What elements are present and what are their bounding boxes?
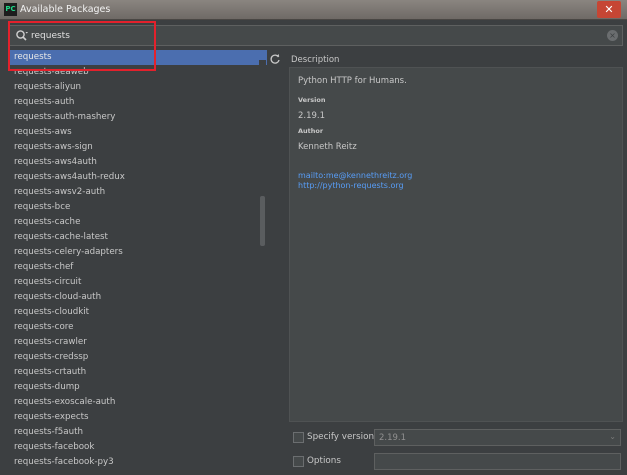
package-list-item[interactable]: requests-f5auth [8,425,267,440]
specify-version-label: Specify version [307,432,375,442]
package-list-item[interactable]: requests-cloudkit [8,305,267,320]
refresh-icon[interactable] [269,53,281,65]
clear-search-icon[interactable]: × [607,30,618,41]
author-label: Author [298,127,324,135]
package-list-item[interactable]: requests-core [8,320,267,335]
options-checkbox[interactable] [293,456,304,467]
package-list-item[interactable]: requests-facebook-py3 [8,455,267,470]
version-label: Version [298,96,326,104]
package-list-item[interactable]: requests-bce [8,200,267,215]
package-list-item[interactable]: requests-awsv2-auth [8,185,267,200]
author-value: Kenneth Reitz [298,142,357,152]
description-panel: Python HTTP for Humans. Version 2.19.1 A… [289,67,623,422]
package-list-item[interactable]: requests-aws [8,125,267,140]
pycharm-logo-icon: PC [4,3,17,16]
package-list-item[interactable]: requests-credssp [8,350,267,365]
package-list-item[interactable]: requests-celery-adapters [8,245,267,260]
author-email-link[interactable]: mailto:me@kennethreitz.org [298,171,412,180]
search-input[interactable] [31,28,591,43]
package-list-item[interactable]: requests [8,50,267,65]
package-list: requests requests-aeaweb requests-aliyun re… [8,50,267,475]
version-select[interactable]: 2.19.1 ⌄ [374,429,621,446]
package-list-item[interactable]: requests-dump [8,380,267,395]
package-list-item[interactable]: requests-auth [8,95,267,110]
package-list-item[interactable]: requests-aws4auth-redux [8,170,267,185]
options-input[interactable] [374,453,621,470]
package-list-item[interactable]: requests-aws-sign [8,140,267,155]
options-label: Options [307,456,341,466]
package-list-item[interactable]: requests-aliyun [8,80,267,95]
package-list-item[interactable]: requests-aeaweb [8,65,267,80]
package-list-item[interactable]: requests-chef [8,260,267,275]
search-icon[interactable] [15,29,29,43]
specify-version-checkbox[interactable] [293,432,304,443]
title-bar: PC Available Packages ✕ [0,0,627,20]
package-summary: Python HTTP for Humans. [298,76,407,86]
window-title: Available Packages [20,4,111,15]
version-select-value: 2.19.1 [379,433,407,443]
version-value: 2.19.1 [298,111,326,121]
options-row: Options [291,453,623,471]
description-header: Description [291,55,340,65]
list-scrollbar-track[interactable] [259,60,266,475]
package-list-item[interactable]: requests-facebook [8,440,267,455]
specify-version-row: Specify version 2.19.1 ⌄ [291,429,623,447]
package-list-item[interactable]: requests-crtauth [8,365,267,380]
package-list-item[interactable]: requests-cloud-auth [8,290,267,305]
list-scrollbar-thumb[interactable] [260,196,265,246]
chevron-down-icon: ⌄ [609,432,616,441]
package-list-item[interactable]: requests-cache [8,215,267,230]
search-bar: × [8,25,623,46]
homepage-link[interactable]: http://python-requests.org [298,181,404,190]
close-button[interactable]: ✕ [597,1,621,18]
package-list-item[interactable]: requests-circuit [8,275,267,290]
package-list-item[interactable]: requests-expects [8,410,267,425]
package-list-item[interactable]: requests-aws4auth [8,155,267,170]
package-list-item[interactable]: requests-crawler [8,335,267,350]
package-list-item[interactable]: requests-exoscale-auth [8,395,267,410]
package-list-item[interactable]: requests-cache-latest [8,230,267,245]
package-list-item[interactable]: requests-auth-mashery [8,110,267,125]
